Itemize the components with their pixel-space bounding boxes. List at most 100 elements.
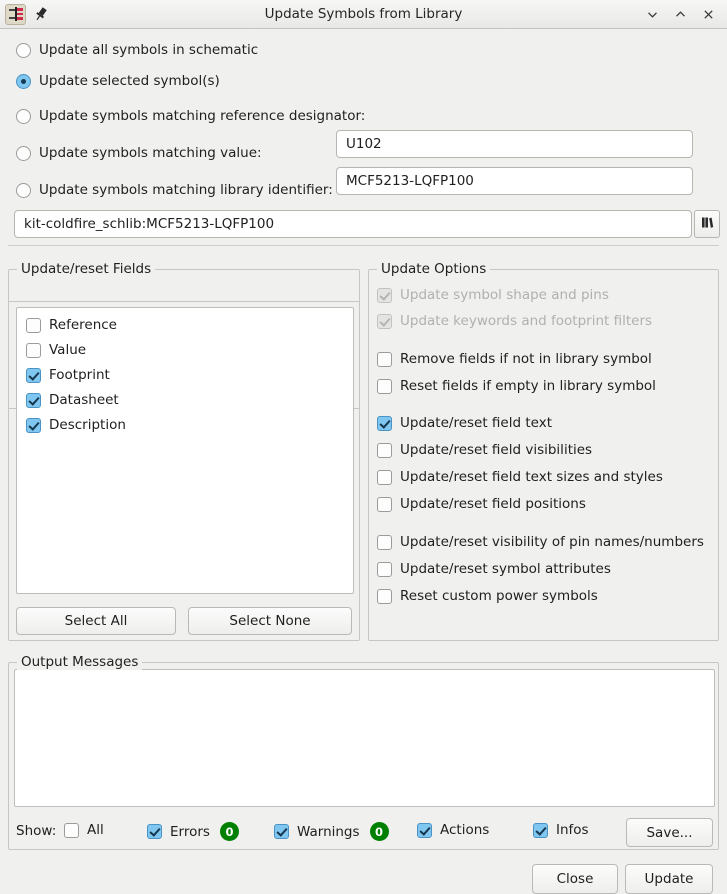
- radio-match-library-id[interactable]: Update symbols matching library identifi…: [16, 182, 333, 198]
- window-controls: [639, 3, 727, 25]
- output-messages-text: [15, 670, 714, 682]
- option-label: Update/reset visibility of pin names/num…: [400, 534, 704, 550]
- radio-label: Update selected symbol(s): [39, 73, 220, 89]
- option-label: Update/reset field text: [400, 415, 552, 431]
- option-label: Update/reset symbol attributes: [400, 561, 611, 577]
- library-identifier-input[interactable]: kit-coldfire_schlib:MCF5213-LQFP100: [14, 210, 692, 238]
- radio-label: Update symbols matching value:: [39, 145, 262, 161]
- radio-indicator: [16, 42, 31, 58]
- save-button[interactable]: Save...: [626, 818, 713, 847]
- option-label: Update symbol shape and pins: [400, 287, 609, 303]
- chevron-down-icon[interactable]: [639, 3, 665, 25]
- option-label: Update keywords and footprint filters: [400, 313, 653, 329]
- option-label: Reset fields if empty in library symbol: [400, 378, 656, 394]
- output-messages-title: Output Messages: [17, 654, 143, 670]
- close-label: Close: [556, 871, 594, 887]
- checkbox-indicator: [377, 534, 392, 550]
- option-label: Update/reset field positions: [400, 496, 586, 512]
- update-options-group: Update Options Update symbol shape and p…: [368, 261, 719, 641]
- library-browser-icon: [700, 215, 715, 234]
- radio-match-value[interactable]: Update symbols matching value:: [16, 145, 262, 161]
- errors-count-badge: 0: [219, 822, 239, 841]
- filter-label: Errors: [170, 823, 210, 840]
- radio-indicator: [16, 108, 31, 124]
- title-bar: Update Symbols from Library: [0, 0, 727, 29]
- close-icon[interactable]: [695, 3, 721, 25]
- pin-icon[interactable]: [32, 5, 50, 23]
- option-update-reset-field-text[interactable]: Update/reset field text: [377, 415, 552, 431]
- divider: [8, 245, 719, 246]
- filter-label: All: [87, 822, 104, 838]
- option-reset-custom-power-symbols[interactable]: Reset custom power symbols: [377, 588, 598, 604]
- option-update-reset-visibility-of-pin-names-numbers[interactable]: Update/reset visibility of pin names/num…: [377, 534, 704, 550]
- radio-label: Update symbols matching reference design…: [39, 108, 366, 124]
- title-bar-icon-group: [0, 3, 50, 25]
- filter-label: Infos: [556, 822, 589, 838]
- option-update-reset-field-text-sizes-and-styles[interactable]: Update/reset field text sizes and styles: [377, 469, 663, 485]
- checkbox-indicator: [377, 287, 392, 303]
- radio-match-reference[interactable]: Update symbols matching reference design…: [16, 108, 365, 124]
- reference-designator-value: U102: [346, 136, 382, 152]
- filter-errors[interactable]: Errors 0: [147, 822, 239, 841]
- checkbox-indicator: [377, 378, 392, 394]
- option-label: Remove fields if not in library symbol: [400, 351, 652, 367]
- chevron-up-icon[interactable]: [667, 3, 693, 25]
- library-identifier-value: kit-coldfire_schlib:MCF5213-LQFP100: [24, 216, 275, 232]
- checkbox-indicator: [377, 561, 392, 577]
- filter-infos[interactable]: Infos: [533, 822, 589, 838]
- filter-actions[interactable]: Actions: [417, 822, 489, 838]
- close-button[interactable]: Close: [532, 864, 618, 894]
- option-remove-fields-if-not-in-library-symbol[interactable]: Remove fields if not in library symbol: [377, 351, 652, 367]
- filter-warnings[interactable]: Warnings 0: [274, 822, 389, 841]
- checkbox-indicator: [64, 822, 79, 838]
- radio-label: Update all symbols in schematic: [39, 42, 259, 58]
- option-update-reset-field-visibilities[interactable]: Update/reset field visibilities: [377, 442, 592, 458]
- checkbox-indicator: [417, 822, 432, 838]
- checkbox-indicator: [377, 496, 392, 512]
- reference-designator-input[interactable]: U102: [336, 130, 693, 158]
- option-reset-fields-if-empty-in-library-symbol[interactable]: Reset fields if empty in library symbol: [377, 378, 656, 394]
- option-update-symbol-shape-and-pins: Update symbol shape and pins: [377, 287, 609, 303]
- value-match-input[interactable]: MCF5213-LQFP100: [336, 167, 693, 195]
- checkbox-indicator: [377, 415, 392, 431]
- update-label: Update: [644, 871, 694, 887]
- radio-indicator: [16, 145, 31, 161]
- update-reset-fields-title: Update/reset Fields: [17, 261, 156, 277]
- filter-label: Warnings: [297, 823, 360, 840]
- radio-indicator: [16, 182, 31, 198]
- checkbox-indicator: [377, 351, 392, 367]
- radio-update-all[interactable]: Update all symbols in schematic: [16, 42, 258, 58]
- select-none-button[interactable]: Select None: [188, 607, 352, 635]
- checkbox-indicator: [147, 824, 162, 839]
- radio-label: Update symbols matching library identifi…: [39, 182, 333, 198]
- value-match-value: MCF5213-LQFP100: [346, 173, 474, 189]
- option-update-reset-field-positions[interactable]: Update/reset field positions: [377, 496, 586, 512]
- checkbox-indicator: [377, 588, 392, 604]
- save-label: Save...: [646, 824, 693, 841]
- update-reset-fields-frame: [8, 293, 360, 641]
- option-label: Update/reset field visibilities: [400, 442, 593, 458]
- radio-indicator: [16, 73, 31, 89]
- filter-all[interactable]: All: [64, 822, 104, 838]
- select-all-button[interactable]: Select All: [16, 607, 176, 635]
- option-label: Update/reset field text sizes and styles: [400, 469, 663, 485]
- select-all-label: Select All: [64, 613, 128, 629]
- checkbox-indicator: [533, 822, 548, 838]
- checkbox-indicator: [377, 442, 392, 458]
- output-messages-area[interactable]: [14, 669, 715, 807]
- update-button[interactable]: Update: [625, 864, 713, 894]
- show-label: Show:: [16, 823, 57, 839]
- option-update-keywords-and-footprint-filters: Update keywords and footprint filters: [377, 313, 652, 329]
- option-update-reset-symbol-attributes[interactable]: Update/reset symbol attributes: [377, 561, 611, 577]
- checkbox-indicator: [274, 824, 289, 839]
- option-label: Reset custom power symbols: [400, 588, 598, 604]
- checkbox-indicator: [377, 469, 392, 485]
- library-browser-button[interactable]: [694, 210, 720, 238]
- checkbox-indicator: [377, 313, 392, 329]
- update-options-title: Update Options: [377, 261, 491, 277]
- radio-update-selected[interactable]: Update selected symbol(s): [16, 73, 220, 89]
- kicad-schematic-icon: [5, 3, 26, 25]
- window-title: Update Symbols from Library: [264, 6, 463, 22]
- select-none-label: Select None: [229, 613, 311, 629]
- warnings-count-badge: 0: [369, 822, 389, 841]
